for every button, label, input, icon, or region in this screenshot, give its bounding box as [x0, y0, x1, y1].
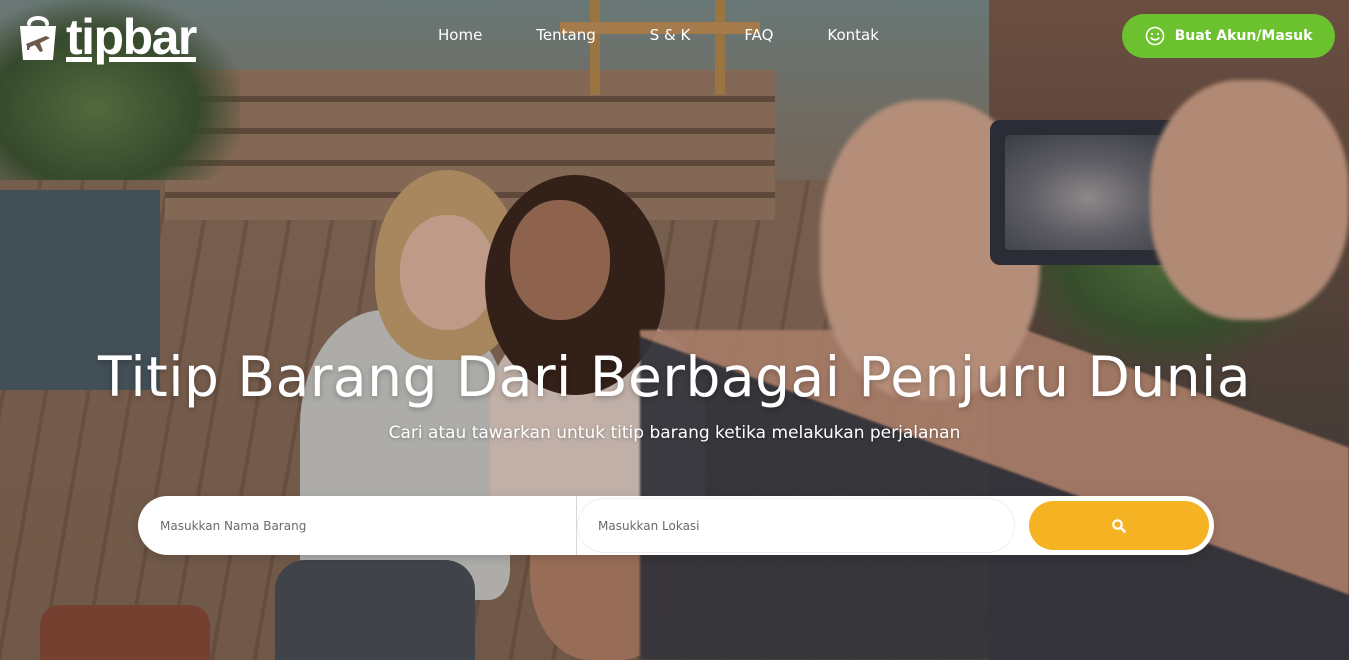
site-header: tipbar Home Tentang S & K FAQ Kontak Bua…: [0, 0, 1349, 72]
signup-login-label: Buat Akun/Masuk: [1174, 28, 1313, 44]
location-input[interactable]: [577, 498, 1015, 553]
hero-overlay: [0, 0, 1349, 660]
nav-item-faq[interactable]: FAQ: [744, 25, 773, 45]
hero-subtitle: Cari atau tawarkan untuk titip barang ke…: [388, 423, 961, 443]
search-bar: [138, 496, 1214, 555]
main-nav: Home Tentang S & K FAQ Kontak: [438, 25, 879, 45]
signup-login-button[interactable]: Buat Akun/Masuk: [1122, 14, 1335, 58]
shopping-bag-plane-icon: [20, 16, 56, 60]
nav-item-kontak[interactable]: Kontak: [827, 25, 879, 45]
search-icon: [1112, 518, 1126, 533]
nav-item-tentang[interactable]: Tentang: [536, 25, 595, 45]
smiley-icon: [1145, 26, 1164, 46]
brand-name: tipbar: [66, 9, 197, 65]
hero-title: Titip Barang Dari Berbagai Penjuru Dunia: [97, 345, 1252, 409]
nav-item-syarat-ketentuan[interactable]: S & K: [650, 25, 691, 45]
brand-logo[interactable]: tipbar: [16, 9, 197, 65]
item-name-input[interactable]: [138, 496, 576, 555]
hero-section: tipbar Home Tentang S & K FAQ Kontak Bua…: [0, 0, 1349, 660]
nav-item-home[interactable]: Home: [438, 25, 482, 45]
search-button[interactable]: [1029, 501, 1209, 550]
